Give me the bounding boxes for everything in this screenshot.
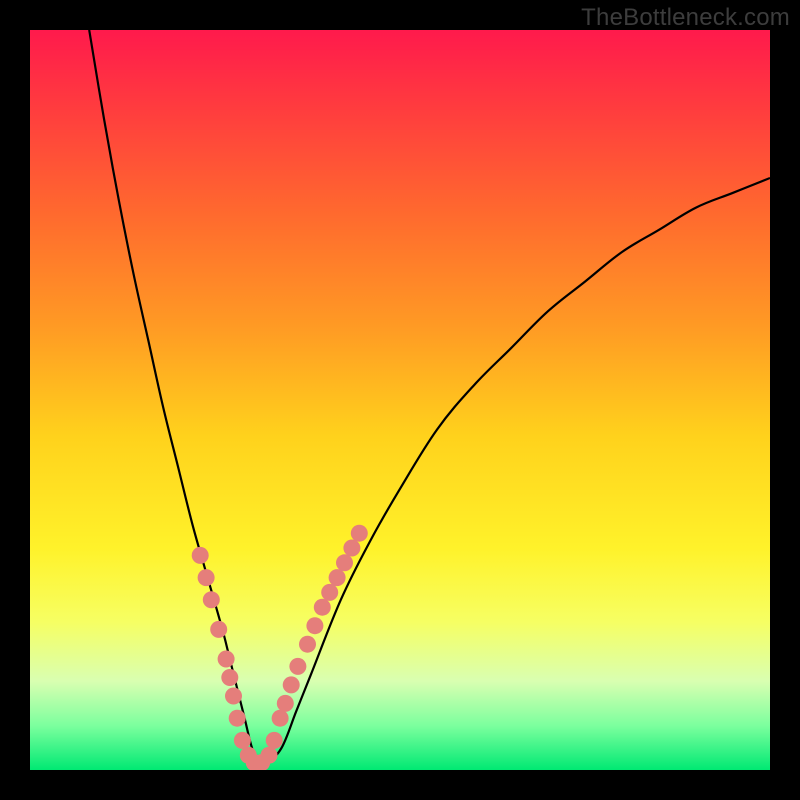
highlight-dot [336,554,353,571]
highlight-dot [329,569,346,586]
highlight-dot [306,617,323,634]
highlight-dot [234,732,251,749]
gradient-background [30,30,770,770]
highlight-dot [210,621,227,638]
highlight-dot [203,591,220,608]
highlight-dot [289,658,306,675]
highlight-dot [218,651,235,668]
highlight-dot [351,525,368,542]
highlight-dot [266,732,283,749]
plot-area [30,30,770,770]
highlight-dot [299,636,316,653]
highlight-dot [261,747,278,764]
outer-frame: TheBottleneck.com [0,0,800,800]
highlight-dot [192,547,209,564]
highlight-dot [277,695,294,712]
highlight-dot [198,569,215,586]
highlight-dot [321,584,338,601]
bottleneck-chart [30,30,770,770]
highlight-dot [314,599,331,616]
highlight-dot [229,710,246,727]
highlight-dot [283,676,300,693]
watermark-text: TheBottleneck.com [581,4,790,32]
highlight-dot [225,688,242,705]
highlight-dot [221,669,238,686]
highlight-dot [272,710,289,727]
highlight-dot [343,540,360,557]
